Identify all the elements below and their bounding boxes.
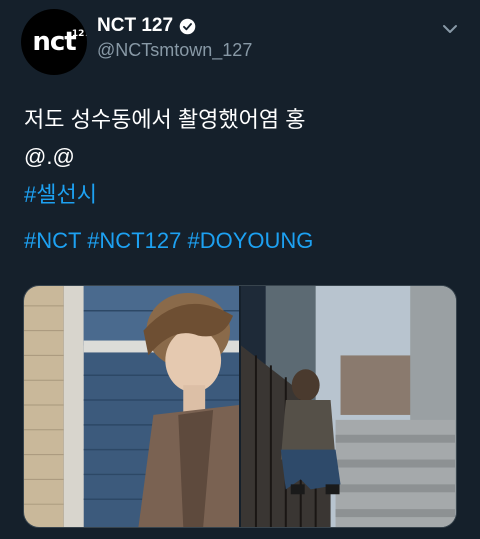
hashtags-row: #NCT #NCT127 #DOYOUNG <box>24 228 313 254</box>
user-handle[interactable]: @NCTsmtown_127 <box>97 40 252 61</box>
logo-sup-text: 127 <box>71 29 87 39</box>
hashtag-nct127[interactable]: #NCT127 <box>87 228 181 253</box>
photo-2-image <box>241 286 456 527</box>
nct-logo: nct 127 <box>32 27 87 57</box>
photo-2[interactable] <box>241 286 456 527</box>
name-row: NCT 127 <box>97 15 196 37</box>
photo-1-image <box>24 286 239 527</box>
tweet-text-line-1: 저도 성수동에서 촬영했어염 홍 <box>24 107 306 132</box>
display-name[interactable]: NCT 127 <box>97 15 173 37</box>
logo-text: nct <box>32 27 76 57</box>
verified-icon <box>179 18 196 34</box>
hashtag-nct[interactable]: #NCT <box>24 228 81 253</box>
chevron-down-icon[interactable] <box>441 22 459 36</box>
hashtag-doyoung[interactable]: #DOYOUNG <box>187 228 313 253</box>
photo-1[interactable] <box>24 286 239 527</box>
media-grid <box>23 285 457 528</box>
tweet-text-line-2: @.@ <box>24 144 75 169</box>
avatar[interactable]: nct 127 <box>21 9 87 75</box>
hashtag-link[interactable]: #셀선시 <box>24 177 97 209</box>
